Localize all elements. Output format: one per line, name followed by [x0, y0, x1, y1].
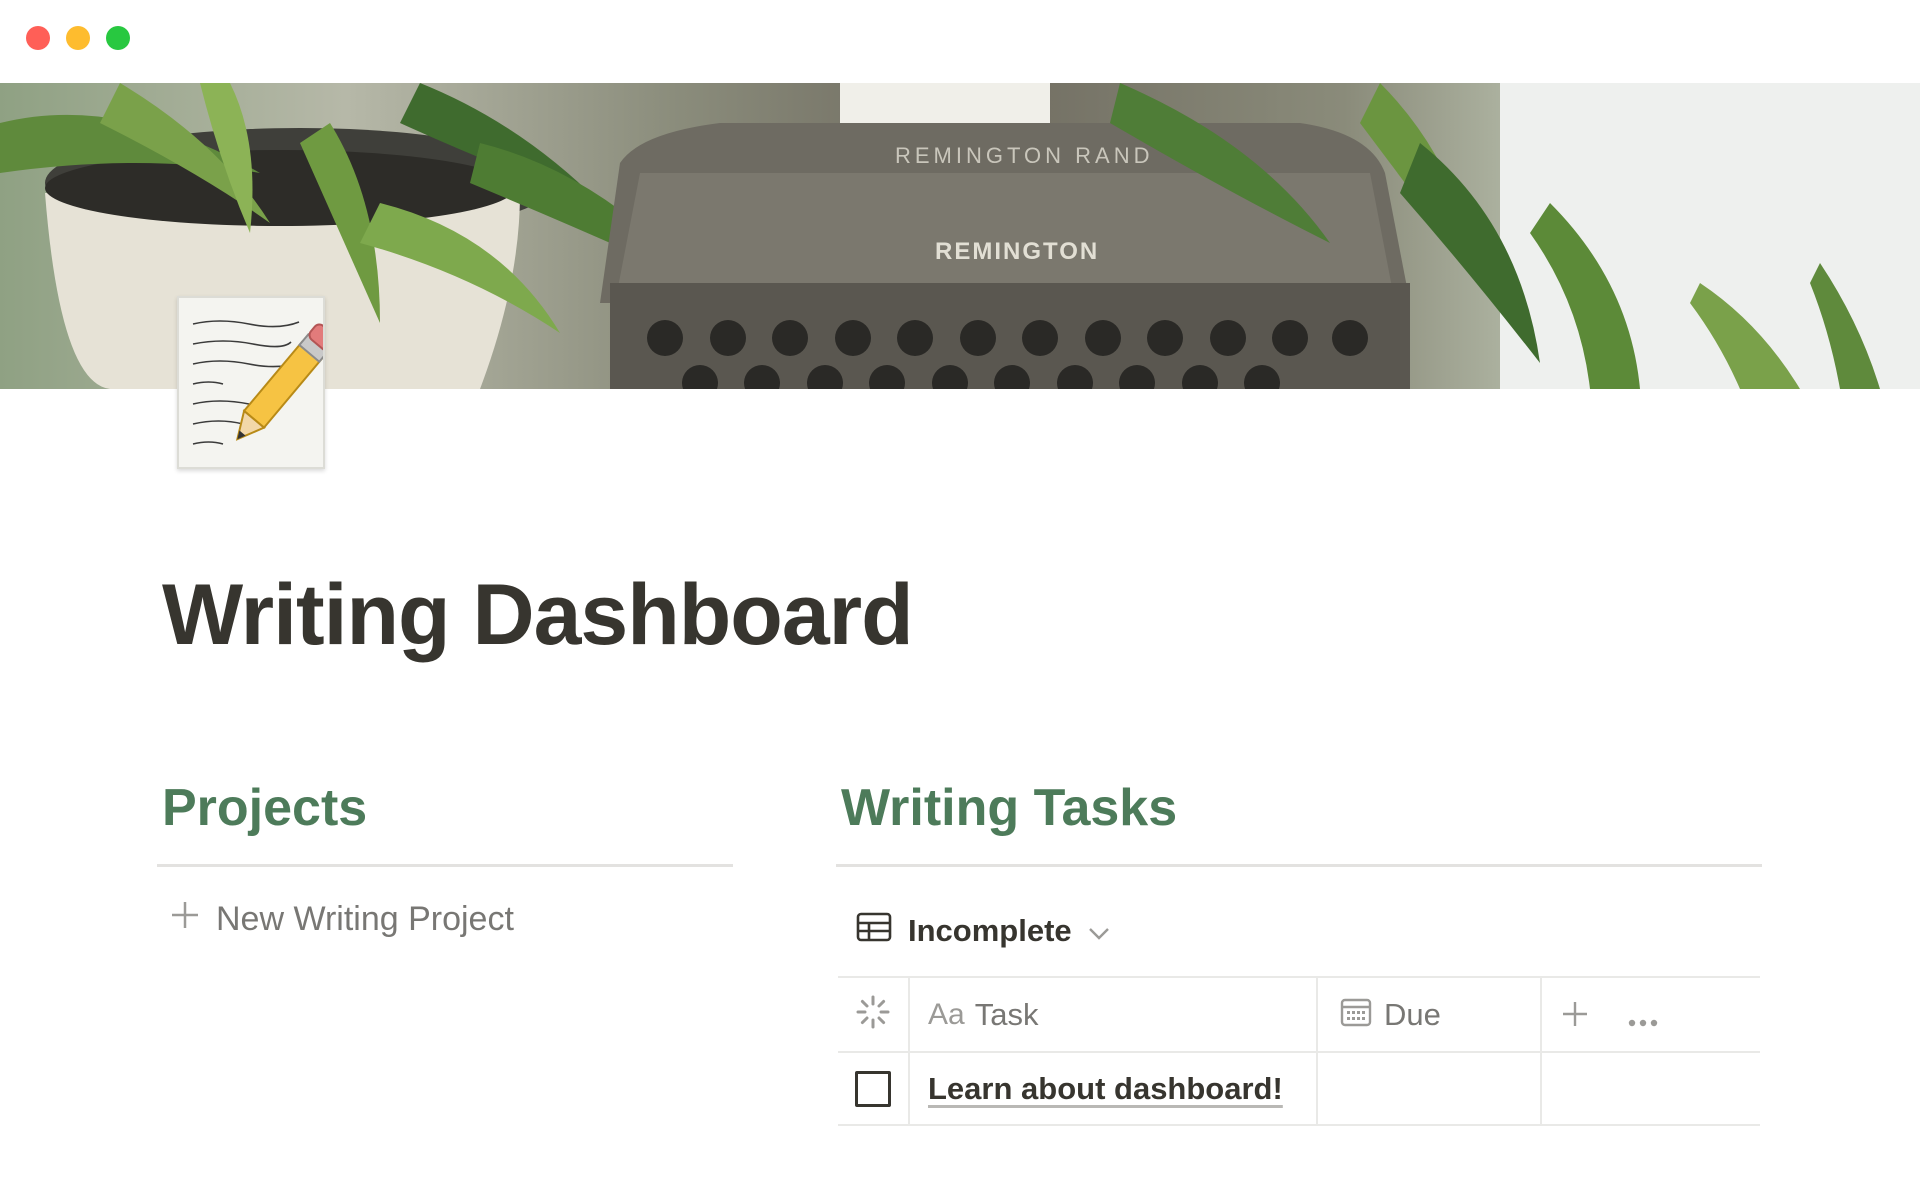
writing-tasks-divider: [836, 864, 1762, 867]
task-cell: Learn about dashboard!: [910, 1053, 1318, 1124]
plus-icon: [1563, 1001, 1587, 1026]
column-actions: [1542, 978, 1760, 1051]
add-property-button[interactable]: [1562, 996, 1588, 1034]
due-column-header[interactable]: Due: [1318, 978, 1542, 1051]
more-options-button[interactable]: [1628, 996, 1658, 1034]
projects-divider: [157, 864, 733, 867]
table-icon: [856, 912, 892, 950]
projects-heading[interactable]: Projects: [162, 778, 367, 838]
new-writing-project-label: New Writing Project: [216, 900, 514, 938]
cover-text-remington: REMINGTON: [935, 238, 1099, 265]
task-column-header[interactable]: Aa Task: [910, 978, 1318, 1051]
due-cell[interactable]: [1318, 1053, 1542, 1124]
view-label: Incomplete: [908, 913, 1072, 948]
task-done-cell: [838, 1053, 910, 1124]
page-title[interactable]: Writing Dashboard: [162, 565, 914, 665]
writing-tasks-heading[interactable]: Writing Tasks: [841, 778, 1177, 838]
calendar-icon: [1340, 997, 1372, 1032]
task-title-link[interactable]: Learn about dashboard!: [928, 1071, 1283, 1107]
table-row[interactable]: Learn about dashboard!: [838, 1051, 1760, 1126]
empty-cell: [1542, 1053, 1760, 1124]
close-window-button[interactable]: [26, 26, 50, 50]
view-selector[interactable]: Incomplete: [856, 912, 1110, 950]
status-column-header[interactable]: [838, 978, 910, 1051]
cover-text-remington-rand: REMINGTON RAND: [895, 143, 1154, 168]
new-writing-project-button[interactable]: New Writing Project: [170, 900, 514, 939]
text-property-icon: Aa: [928, 997, 965, 1031]
window-controls: [26, 26, 130, 50]
maximize-window-button[interactable]: [106, 26, 130, 50]
table-header-row: Aa Task Due: [838, 976, 1760, 1051]
loading-spinner-icon: [856, 995, 890, 1034]
ellipsis-icon: [1628, 1019, 1658, 1026]
due-column-label: Due: [1384, 996, 1441, 1032]
plus-icon: [170, 900, 200, 939]
memo-icon[interactable]: [177, 296, 338, 469]
minimize-window-button[interactable]: [66, 26, 90, 50]
chevron-down-icon: [1088, 913, 1110, 949]
tasks-table: Aa Task Due Learn about dashboard!: [838, 976, 1760, 1126]
task-checkbox[interactable]: [855, 1070, 891, 1107]
notion-page: REMINGTON RAND REMINGTON Writing Dashboa…: [0, 0, 1920, 1200]
task-column-label: Task: [974, 996, 1039, 1032]
memo-icon-graphic: [192, 320, 338, 445]
